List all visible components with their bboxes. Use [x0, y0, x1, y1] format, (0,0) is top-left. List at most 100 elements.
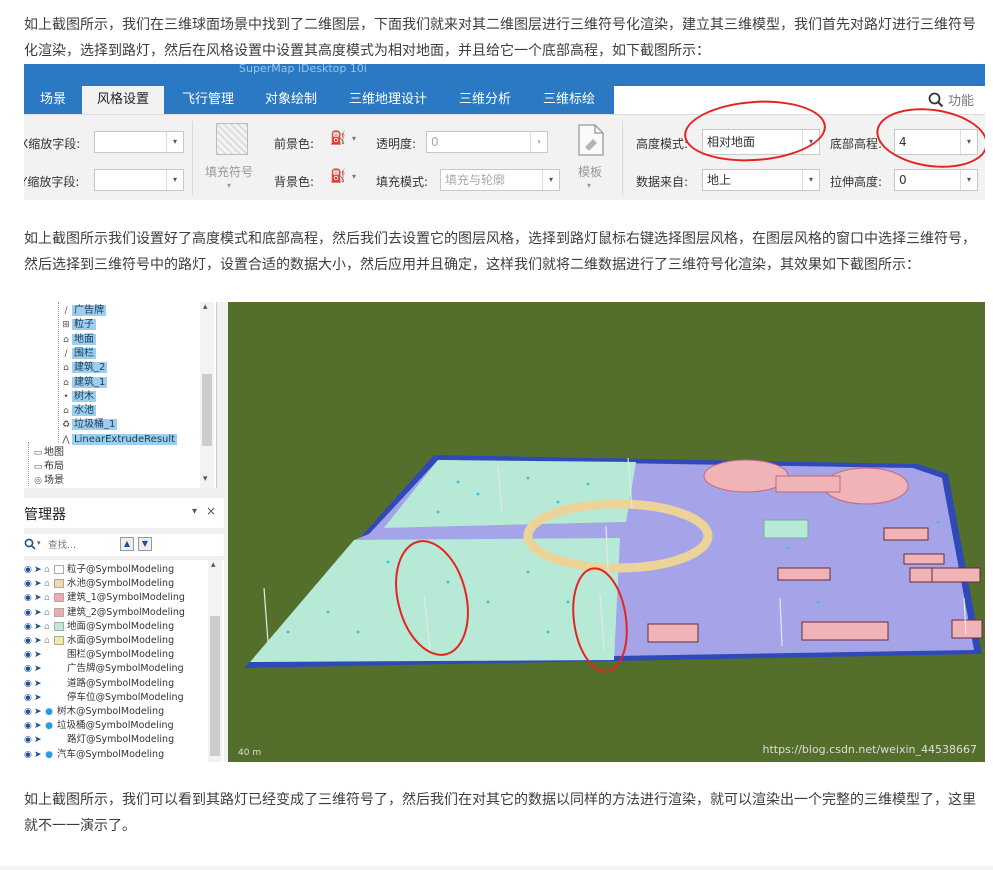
tree-root-item[interactable]: ◎ 场景 [32, 474, 64, 487]
editable-icon[interactable]: ⌂ [44, 620, 54, 634]
tree-item[interactable]: • 树木 [60, 390, 96, 403]
selectable-icon[interactable]: ➤ [34, 606, 44, 620]
chevron-down-icon[interactable]: ▾ [37, 539, 41, 547]
chevron-up-icon[interactable]: ▴ [203, 302, 208, 312]
visibility-icon[interactable]: ◉ [24, 563, 34, 577]
paint-bucket-icon[interactable]: ⛽ [330, 169, 346, 184]
tree-item[interactable]: ⌂ 水池 [60, 404, 96, 417]
visibility-icon[interactable]: ◉ [24, 719, 34, 733]
layer-row[interactable]: ◉ ➤ ⌂ 水面@SymbolModeling [24, 634, 214, 648]
layer-row[interactable]: ◉ ➤ ⌂ 粒子@SymbolModeling [24, 563, 214, 577]
visibility-icon[interactable]: ◉ [24, 662, 34, 676]
tab-style-settings[interactable]: 风格设置 [82, 86, 164, 114]
visibility-icon[interactable]: ◉ [24, 677, 34, 691]
chevron-up-icon[interactable]: ▴ [211, 560, 216, 570]
selectable-icon[interactable]: ➤ [34, 648, 44, 662]
selectable-icon[interactable]: ➤ [34, 677, 44, 691]
layer-row[interactable]: ◉ ➤ ⌂ 水池@SymbolModeling [24, 577, 214, 591]
selectable-icon[interactable]: ➤ [34, 662, 44, 676]
layer-row[interactable]: ◉ ➤ ⌂ 地面@SymbolModeling [24, 620, 214, 634]
layer-row[interactable]: ◉ ➤ ⌂ 建筑_1@SymbolModeling [24, 591, 214, 605]
visibility-icon[interactable]: ◉ [24, 620, 34, 634]
data-source-select[interactable]: 地上 ▾ [702, 169, 820, 191]
tree-item[interactable]: ⌂ 建筑_2 [60, 361, 108, 374]
layer-row[interactable]: ◉ ➤ 围栏@SymbolModeling [24, 648, 214, 662]
editable-icon[interactable]: ⌂ [44, 577, 54, 591]
visibility-icon[interactable]: ◉ [24, 577, 34, 591]
visibility-icon[interactable]: ◉ [24, 748, 34, 762]
layer-row[interactable]: ◉ ➤ 道路@SymbolModeling [24, 677, 214, 691]
chevron-down-icon[interactable]: ▾ [587, 181, 591, 190]
tree-item[interactable]: ⌂ 建筑_1 [60, 376, 108, 389]
selectable-icon[interactable]: ➤ [34, 634, 44, 648]
scene-viewport[interactable]: 40 m https://blog.csdn.net/weixin_445386… [228, 302, 985, 762]
layer-row[interactable]: ◉ ➤ 广告牌@SymbolModeling [24, 662, 214, 676]
visibility-icon[interactable]: ◉ [24, 733, 34, 747]
template-label[interactable]: 模板 [578, 163, 602, 180]
tab-3d-plotting[interactable]: 三维标绘 [528, 86, 610, 114]
close-icon[interactable]: × [206, 504, 216, 518]
x-scale-field-select[interactable]: ▾ [94, 131, 184, 153]
selectable-icon[interactable]: ➤ [34, 705, 44, 719]
chevron-right-icon[interactable]: › [530, 132, 547, 152]
search-function-label[interactable]: 功能 [948, 90, 974, 109]
tree-item[interactable]: ⌂ 地面 [60, 333, 96, 346]
scrollbar-thumb[interactable] [202, 374, 212, 446]
layer-row[interactable]: ◉ ➤ ● 汽车@SymbolModeling [24, 748, 214, 762]
selectable-icon[interactable]: ➤ [34, 733, 44, 747]
layer-row[interactable]: ◉ ➤ ● 树木@SymbolModeling [24, 705, 214, 719]
y-scale-field-select[interactable]: ▾ [94, 169, 184, 191]
tab-3d-geodesign[interactable]: 三维地理设计 [334, 86, 442, 114]
move-up-icon[interactable]: ▲ [120, 537, 134, 551]
layer-row[interactable]: ◉ ➤ 停车位@SymbolModeling [24, 691, 214, 705]
extrude-height-select[interactable]: 0 ▾ [894, 169, 978, 191]
visibility-icon[interactable]: ◉ [24, 591, 34, 605]
fill-symbol-label[interactable]: 填充符号 [205, 163, 253, 180]
layer-search-input[interactable] [46, 536, 112, 554]
chevron-down-icon[interactable]: ▾ [352, 134, 356, 143]
move-down-icon[interactable]: ▼ [138, 537, 152, 551]
fill-symbol-icon[interactable] [216, 123, 248, 155]
tree-item[interactable]: ♻ 垃圾桶_1 [60, 418, 118, 431]
visibility-icon[interactable]: ◉ [24, 634, 34, 648]
search-icon[interactable] [24, 538, 36, 550]
tree-scrollbar[interactable]: ▴ ▾ [200, 302, 214, 488]
editable-icon[interactable]: ⌂ [44, 606, 54, 620]
chevron-down-icon[interactable]: ▾ [352, 172, 356, 181]
selectable-icon[interactable]: ➤ [34, 691, 44, 705]
search-icon[interactable] [928, 92, 944, 108]
visibility-icon[interactable]: ◉ [24, 648, 34, 662]
pin-icon[interactable]: ▾ [192, 506, 197, 517]
editable-icon[interactable]: ⌂ [44, 591, 54, 605]
chevron-down-icon[interactable]: ▾ [203, 474, 208, 484]
visibility-icon[interactable]: ◉ [24, 606, 34, 620]
chevron-down-icon[interactable]: ▾ [227, 181, 231, 190]
tab-flight-management[interactable]: 飞行管理 [168, 86, 248, 114]
selectable-icon[interactable]: ➤ [34, 563, 44, 577]
tree-root-item[interactable]: ▭ 地图 [32, 446, 64, 459]
selectable-icon[interactable]: ➤ [34, 748, 44, 762]
tree-item[interactable]: ⊞ 粒子 [60, 318, 96, 331]
selectable-icon[interactable]: ➤ [34, 719, 44, 733]
layer-list-scrollbar[interactable]: ▴ [208, 560, 222, 762]
visibility-icon[interactable]: ◉ [24, 691, 34, 705]
tab-3d-analysis[interactable]: 三维分析 [444, 86, 526, 114]
editable-icon[interactable]: ⌂ [44, 634, 54, 648]
tree-item[interactable]: ∕ 广告牌 [60, 304, 106, 317]
fill-mode-select[interactable]: 填充与轮廓 ▾ [440, 169, 560, 191]
selectable-icon[interactable]: ➤ [34, 591, 44, 605]
template-icon[interactable] [576, 123, 606, 157]
transparency-spinbox[interactable]: 0 › [426, 131, 548, 153]
tree-item[interactable]: ∕ 围栏 [60, 347, 96, 360]
layer-row[interactable]: ◉ ➤ ⌂ 建筑_2@SymbolModeling [24, 606, 214, 620]
visibility-icon[interactable]: ◉ [24, 705, 34, 719]
editable-icon[interactable]: ⌂ [44, 563, 54, 577]
tab-object-drawing[interactable]: 对象绘制 [250, 86, 332, 114]
selectable-icon[interactable]: ➤ [34, 620, 44, 634]
layer-row[interactable]: ◉ ➤ ● 垃圾桶@SymbolModeling [24, 719, 214, 733]
tree-item[interactable]: ⋀ LinearExtrudeResult [60, 433, 178, 446]
layer-row[interactable]: ◉ ➤ 路灯@SymbolModeling [24, 733, 214, 747]
paint-bucket-icon[interactable]: ⛽ [330, 131, 346, 146]
tree-root-item[interactable]: ▭ 布局 [32, 460, 64, 473]
scrollbar-thumb[interactable] [210, 616, 220, 756]
